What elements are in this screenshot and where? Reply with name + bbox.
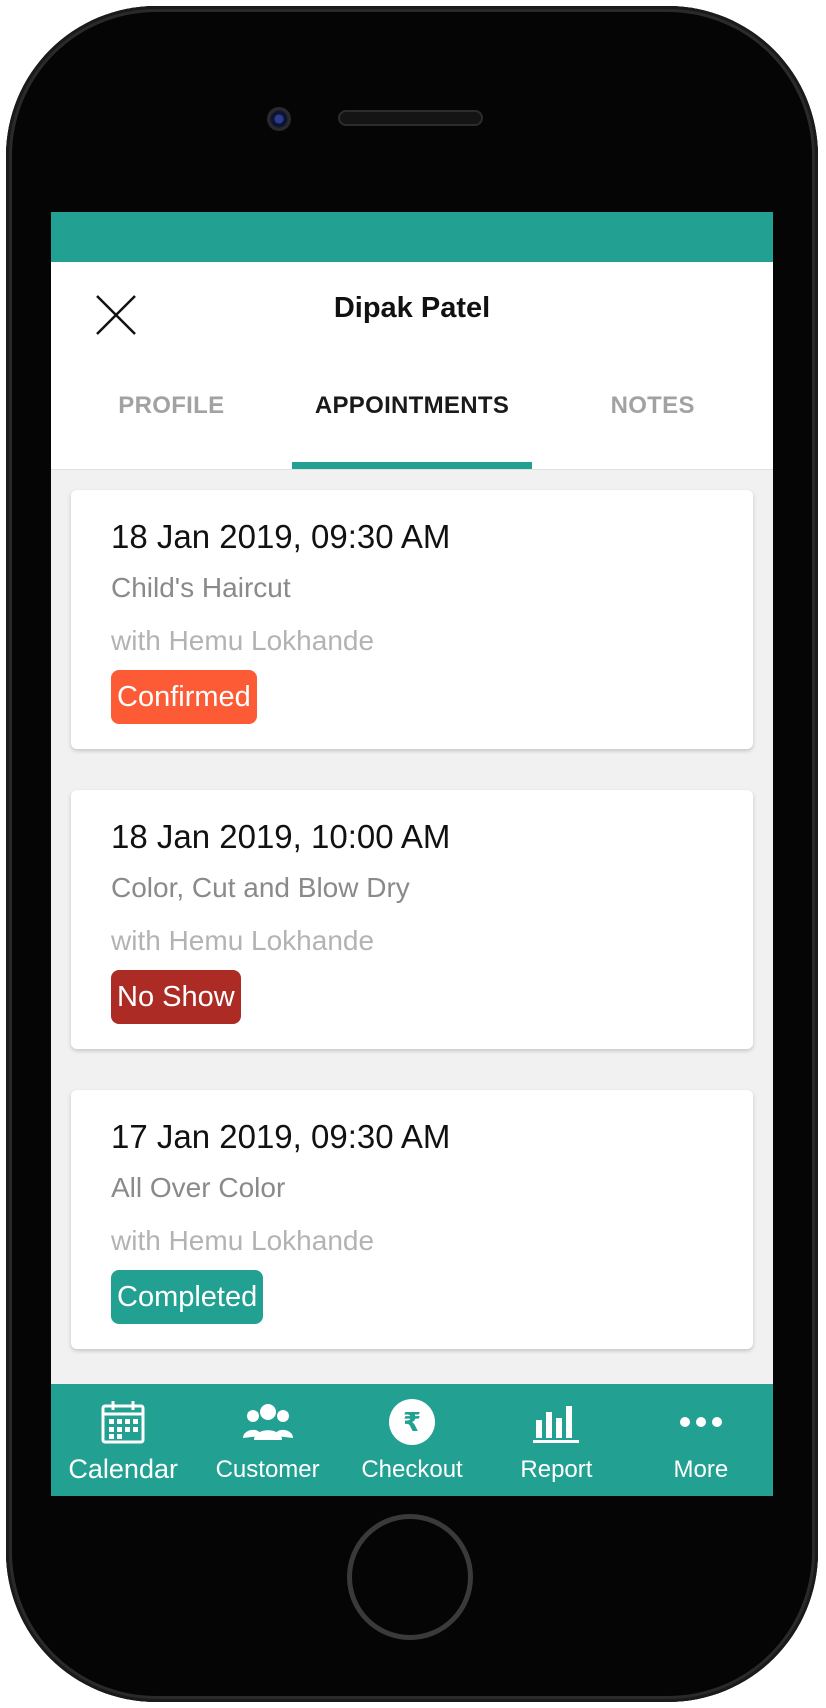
tab-profile[interactable]: PROFILE [51,374,292,469]
customers-icon [242,1396,294,1448]
calendar-icon [97,1396,149,1448]
nav-customer[interactable]: Customer [195,1384,339,1496]
appointment-service: All Over Color [111,1172,286,1203]
customer-name-title: Dipak Patel [333,292,491,324]
status-bar [51,212,773,262]
status-badge-completed: Completed [111,1270,264,1324]
status-badge-confirmed: Confirmed [111,670,257,724]
nav-more-label: More [673,1456,729,1483]
more-dots-icon [675,1396,727,1448]
bar-chart-icon [530,1396,582,1448]
status-badge-no-show: No Show [111,970,241,1024]
svg-text:₹: ₹ [403,1408,421,1438]
tab-appointments[interactable]: APPOINTMENTS [291,374,533,469]
nav-calendar[interactable]: Calendar [51,1384,195,1496]
nav-more[interactable]: More [629,1384,773,1496]
appointment-staff: with Hemu Lokhande [111,625,375,656]
appointment-service: Child's Haircut [111,572,291,603]
appointment-card[interactable]: 17 Jan 2019, 09:30 AM All Over Color wit… [71,1090,753,1349]
appointment-datetime: 18 Jan 2019, 09:30 AM [111,518,451,555]
appointment-card[interactable]: 18 Jan 2019, 09:30 AM Child's Haircut wi… [71,490,753,749]
bottom-navigation: Calendar Customer ₹ Checkout Report More [51,1384,773,1496]
tab-bar: PROFILE APPOINTMENTS NOTES [51,374,773,470]
phone-mockup: Dipak Patel PROFILE APPOINTMENTS NOTES 1… [0,0,826,1708]
earpiece-speaker [338,110,483,126]
appointment-staff: with Hemu Lokhande [111,1225,375,1256]
appointment-staff: with Hemu Lokhande [111,925,375,956]
nav-report-label: Report [520,1456,593,1483]
nav-calendar-label: Calendar [68,1454,178,1484]
customer-header: Dipak Patel [51,262,773,374]
nav-checkout[interactable]: ₹ Checkout [340,1384,484,1496]
nav-report[interactable]: Report [484,1384,628,1496]
front-camera [267,107,291,131]
nav-checkout-label: Checkout [361,1456,463,1483]
appointment-service: Color, Cut and Blow Dry [111,872,410,903]
nav-customer-label: Customer [215,1456,320,1483]
home-button[interactable] [347,1514,473,1640]
tab-notes[interactable]: NOTES [532,374,773,469]
rupee-icon: ₹ [386,1396,438,1448]
appointment-datetime: 17 Jan 2019, 09:30 AM [111,1118,451,1155]
appointment-list: 18 Jan 2019, 09:30 AM Child's Haircut wi… [51,470,773,1349]
appointment-datetime: 18 Jan 2019, 10:00 AM [111,818,451,855]
app-screen: Dipak Patel PROFILE APPOINTMENTS NOTES 1… [51,212,773,1496]
appointment-card[interactable]: 18 Jan 2019, 10:00 AM Color, Cut and Blo… [71,790,753,1049]
